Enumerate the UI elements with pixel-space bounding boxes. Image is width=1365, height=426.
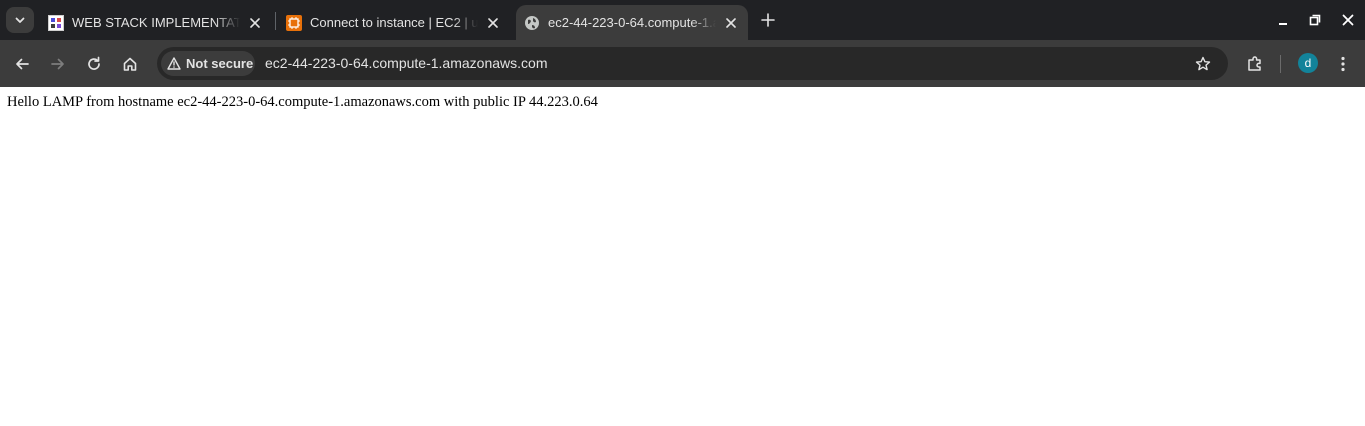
browser-toolbar: Not secure ec2-44-223-0-64.compute-1.ama… (0, 40, 1365, 87)
reload-button[interactable] (80, 50, 108, 78)
bookmark-button[interactable] (1192, 53, 1214, 75)
close-window-button[interactable] (1336, 8, 1360, 32)
restore-button[interactable] (1303, 8, 1327, 32)
reload-icon (88, 56, 100, 70)
forward-button[interactable] (44, 50, 72, 78)
tab-search-button[interactable] (6, 7, 34, 33)
puzzle-piece-icon (1248, 56, 1261, 71)
close-tab-icon[interactable] (484, 14, 502, 32)
aws-ec2-favicon-icon (286, 14, 302, 31)
close-tab-icon[interactable] (246, 14, 264, 32)
restore-icon (1309, 14, 1321, 26)
tab-title: WEB STACK IMPLEMENTATIO (72, 15, 240, 30)
security-chip[interactable]: Not secure (161, 51, 255, 76)
home-icon (123, 57, 137, 71)
profile-avatar[interactable]: d (1298, 53, 1318, 73)
arrow-right-icon (51, 58, 64, 70)
globe-icon (524, 15, 540, 31)
star-icon (1195, 56, 1211, 71)
tab-title: Connect to instance | EC2 | us (310, 15, 478, 30)
chevron-down-icon (15, 17, 25, 23)
tab-web-stack[interactable]: WEB STACK IMPLEMENTATIO (40, 5, 272, 40)
url-text[interactable]: ec2-44-223-0-64.compute-1.amazonaws.com (265, 55, 547, 71)
address-bar[interactable]: Not secure ec2-44-223-0-64.compute-1.ama… (157, 47, 1228, 80)
warning-icon (167, 57, 181, 70)
tab-ec2-host[interactable]: ec2-44-223-0-64.compute-1.a (516, 5, 748, 40)
tab-separator (275, 12, 276, 30)
close-tab-icon[interactable] (722, 14, 740, 32)
new-tab-button[interactable] (756, 8, 780, 32)
extensions-button[interactable] (1243, 52, 1267, 76)
page-text: Hello LAMP from hostname ec2-44-223-0-64… (7, 94, 598, 110)
arrow-left-icon (16, 58, 29, 70)
minimize-icon (1279, 23, 1287, 25)
tab-strip: WEB STACK IMPLEMENTATIO Connect to insta… (0, 0, 1365, 40)
tab-title: ec2-44-223-0-64.compute-1.a (548, 15, 716, 30)
plus-icon (761, 13, 775, 27)
more-vertical-icon (1341, 56, 1345, 72)
toolbar-separator (1280, 55, 1281, 73)
close-icon (1342, 14, 1354, 26)
browser-menu-button[interactable] (1331, 52, 1355, 76)
tab-connect-ec2[interactable]: Connect to instance | EC2 | us (278, 5, 510, 40)
minimize-button[interactable] (1271, 8, 1295, 32)
security-label: Not secure (186, 56, 254, 71)
document-favicon-icon (48, 14, 64, 31)
home-button[interactable] (116, 50, 144, 78)
page-content: Hello LAMP from hostname ec2-44-223-0-64… (0, 87, 1365, 426)
back-button[interactable] (8, 50, 36, 78)
